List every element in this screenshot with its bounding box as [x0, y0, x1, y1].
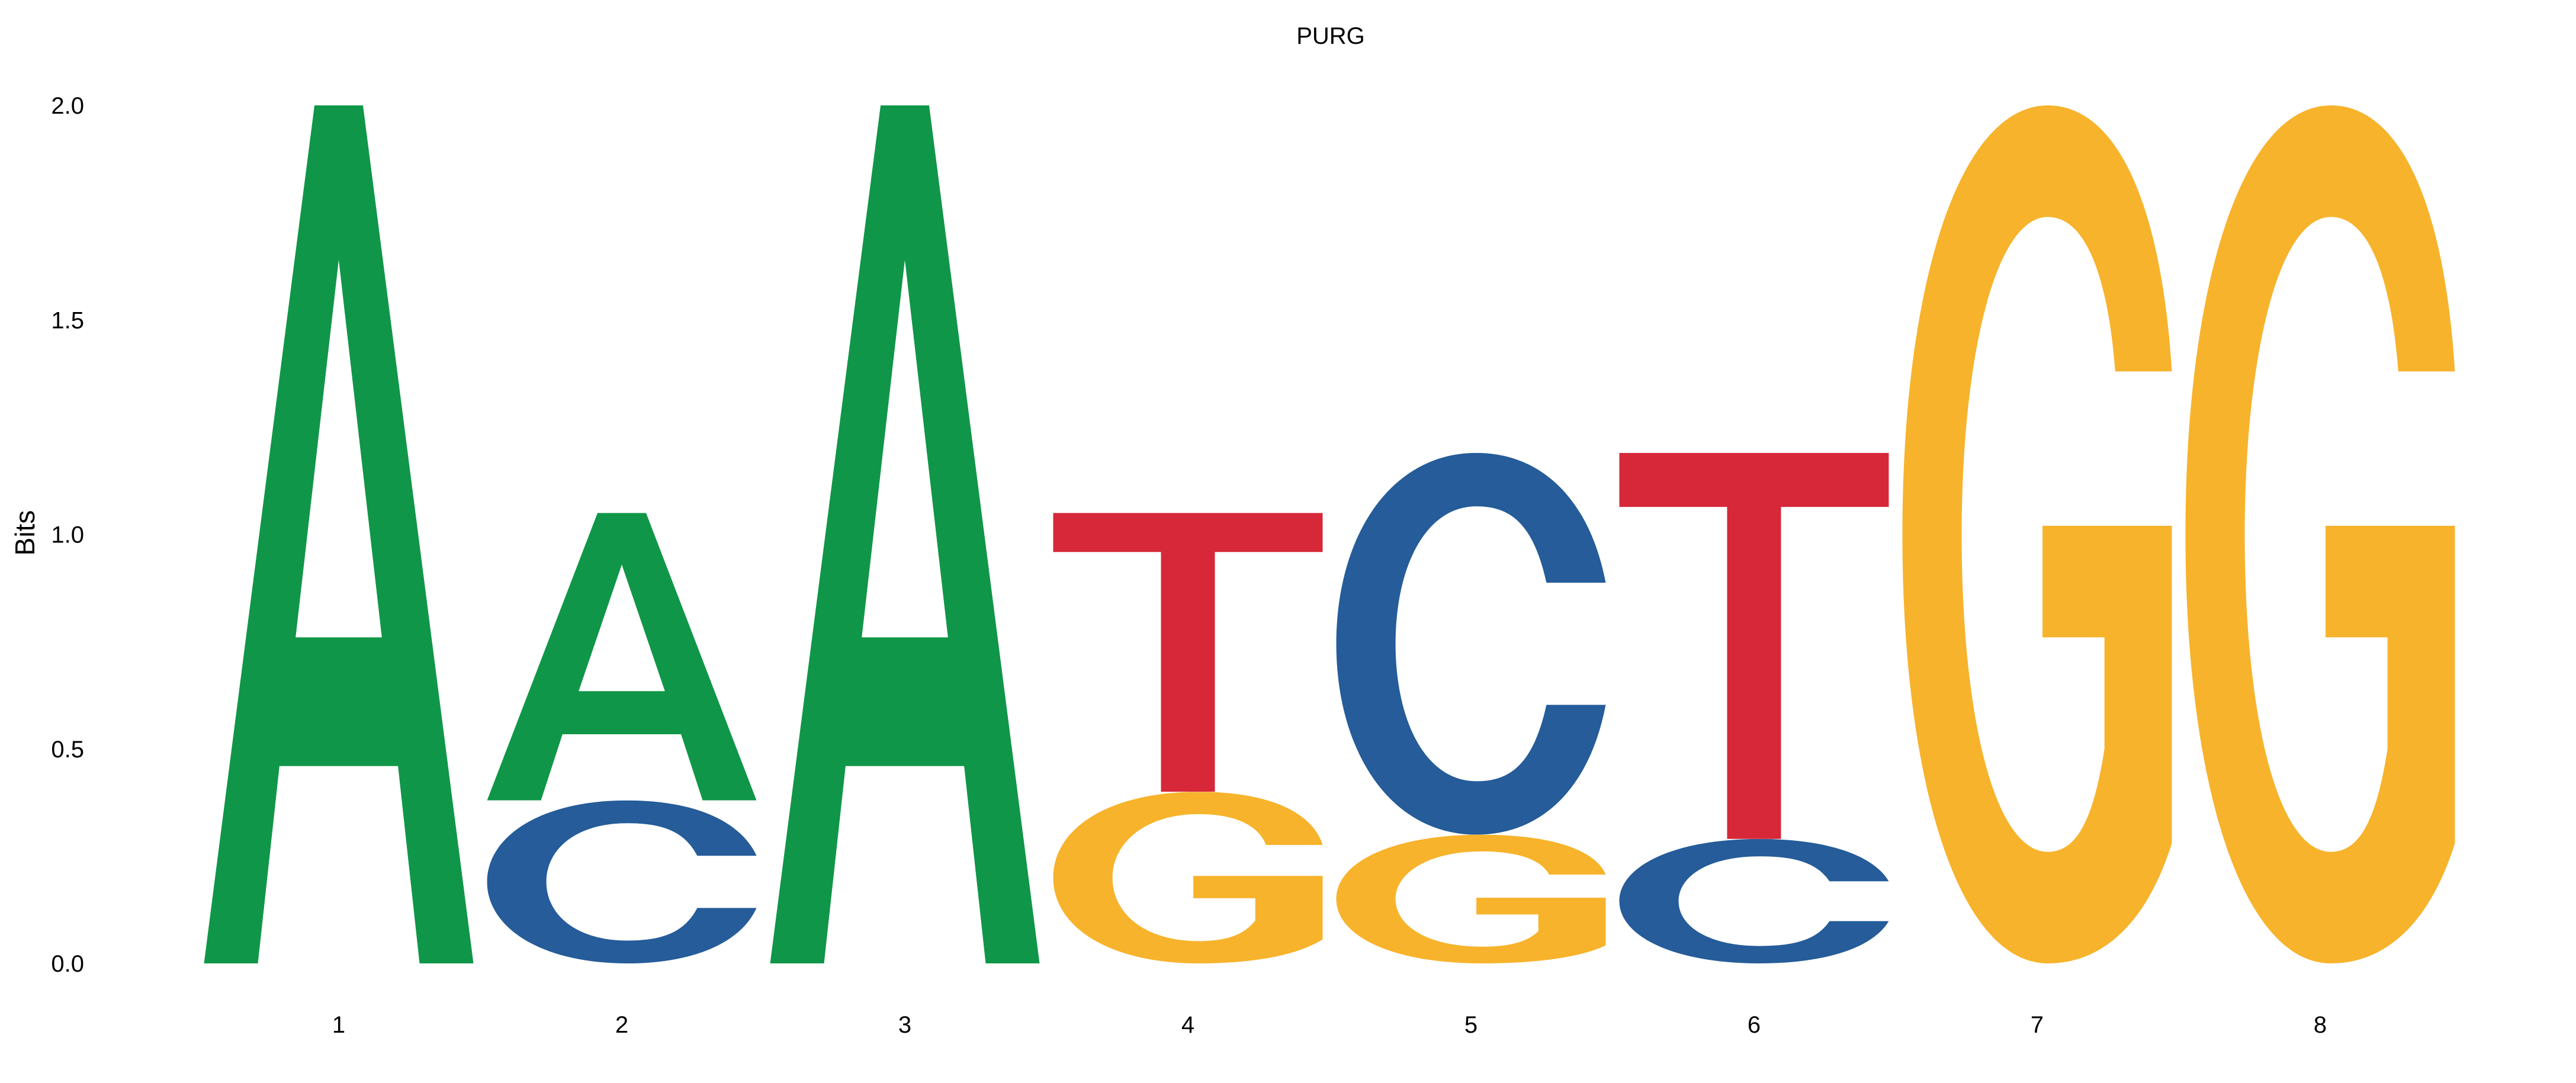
x-axis-ticks: 1 2 3 4 5 6 7 8 [332, 1012, 2327, 1038]
logo-position-5 [1336, 452, 1606, 963]
y-tick-label: 1.0 [51, 522, 84, 548]
letter-c-glyph [487, 800, 757, 963]
x-tick-label: 1 [332, 1012, 345, 1038]
chart-title: PURG [1296, 23, 1365, 49]
sequence-logo-chart: PURG Bits 0.0 0.5 1.0 1.5 2.0 1 2 3 4 5 … [9, 23, 2455, 1038]
letter-t-glyph [1619, 452, 1889, 839]
logo-position-2 [487, 513, 757, 963]
letter-c-glyph [1619, 838, 1889, 963]
x-tick-label: 8 [2314, 1012, 2327, 1038]
y-tick-label: 0.0 [51, 951, 84, 977]
y-tick-label: 2.0 [51, 93, 84, 119]
letter-a-glyph [204, 105, 474, 963]
letter-g-glyph [1902, 105, 2172, 963]
letter-a-glyph [487, 513, 757, 801]
y-tick-label: 1.5 [51, 307, 84, 333]
logo-position-4 [1053, 513, 1323, 963]
letter-g-glyph [1053, 792, 1323, 963]
x-tick-label: 4 [1181, 1012, 1194, 1038]
logo-position-3 [770, 105, 1040, 963]
logo-position-8 [2185, 105, 2455, 963]
letter-g-glyph [2185, 105, 2455, 963]
letter-t-glyph [1053, 513, 1323, 792]
y-axis-label: Bits [9, 510, 40, 556]
x-tick-label: 7 [2031, 1012, 2044, 1038]
logo-letters [204, 105, 2455, 963]
x-tick-label: 2 [615, 1012, 628, 1038]
x-tick-label: 6 [1748, 1012, 1761, 1038]
logo-position-7 [1902, 105, 2172, 963]
letter-g-glyph [1336, 834, 1606, 963]
x-tick-label: 3 [898, 1012, 911, 1038]
y-tick-label: 0.5 [51, 737, 84, 763]
letter-a-glyph [770, 105, 1040, 963]
letter-c-glyph [1336, 452, 1606, 835]
y-axis-ticks: 0.0 0.5 1.0 1.5 2.0 [51, 93, 84, 977]
logo-position-1 [204, 105, 474, 963]
x-tick-label: 5 [1464, 1012, 1477, 1038]
logo-position-6 [1619, 452, 1889, 963]
